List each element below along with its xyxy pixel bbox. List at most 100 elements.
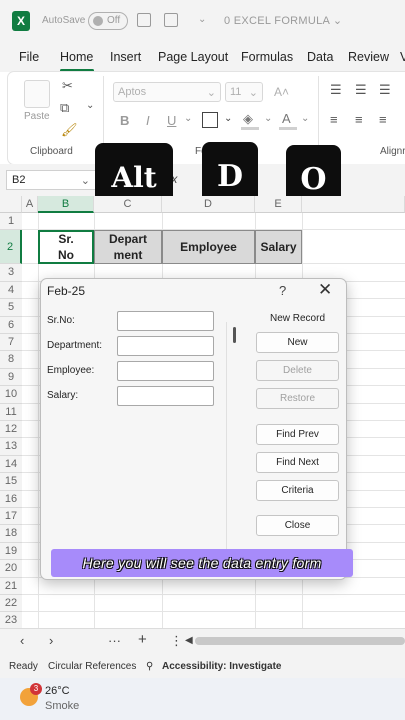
row-header[interactable]: 20	[0, 560, 22, 578]
row-header[interactable]: 19	[0, 542, 22, 561]
menu-data[interactable]: Data	[307, 50, 333, 64]
scroll-left-icon[interactable]: ◀	[185, 635, 193, 646]
menu-insert[interactable]: Insert	[110, 50, 141, 64]
close-button[interactable]: Close	[256, 515, 339, 536]
underline-dropdown-icon[interactable]: ⌄	[184, 113, 192, 124]
menu-page-layout[interactable]: Page Layout	[158, 50, 228, 64]
row-header[interactable]: 18	[0, 525, 22, 543]
row-header[interactable]: 10	[0, 386, 22, 404]
column-header-a[interactable]: A	[22, 196, 38, 213]
sheet-options-icon[interactable]: ⋮	[170, 633, 183, 649]
row-header[interactable]: 15	[0, 473, 22, 491]
align-right-icon[interactable]: ≡	[379, 112, 387, 127]
close-icon[interactable]: ✕	[318, 280, 332, 300]
fill-dropdown-icon[interactable]: ⌄	[264, 113, 272, 124]
align-middle-icon[interactable]: ☰	[355, 82, 367, 98]
salary-input[interactable]	[117, 386, 214, 406]
row-header[interactable]: 2	[0, 230, 22, 265]
borders-icon[interactable]	[202, 112, 218, 128]
record-scrollbar[interactable]	[226, 322, 238, 572]
row-header[interactable]: 5	[0, 299, 22, 317]
font-color-dropdown-icon[interactable]: ⌄	[301, 113, 309, 124]
row-header[interactable]: 1	[0, 213, 22, 231]
font-color-icon[interactable]: A	[282, 111, 291, 126]
restore-button[interactable]: Restore	[256, 388, 339, 409]
column-header-f[interactable]	[302, 196, 405, 213]
autosave-toggle[interactable]: Off	[88, 12, 128, 30]
row-header[interactable]: 4	[0, 281, 22, 300]
autosave-label: AutoSave	[42, 15, 86, 26]
help-icon[interactable]: ?	[279, 283, 286, 298]
sr-no-input[interactable]	[117, 311, 214, 331]
cut-icon[interactable]: ✂	[62, 78, 73, 94]
row-header[interactable]: 21	[0, 577, 22, 595]
status-circular-references[interactable]: Circular References	[48, 661, 136, 672]
align-center-icon[interactable]: ≡	[355, 112, 363, 127]
align-bottom-icon[interactable]: ☰	[379, 82, 391, 98]
column-header-b[interactable]: B	[38, 196, 94, 213]
menu-review[interactable]: Review	[348, 50, 389, 64]
paste-icon[interactable]	[24, 80, 50, 108]
save-icon[interactable]	[137, 13, 151, 27]
align-top-icon[interactable]: ☰	[330, 82, 342, 98]
prev-sheet-icon[interactable]: ‹	[20, 633, 24, 648]
borders-dropdown-icon[interactable]: ⌄	[224, 113, 232, 124]
row-header[interactable]: 16	[0, 490, 22, 508]
more-sheets-icon[interactable]: ···	[108, 633, 121, 648]
undo-icon[interactable]	[164, 13, 178, 27]
accessibility-icon[interactable]: ⚲	[146, 661, 153, 672]
employee-input[interactable]	[117, 361, 214, 381]
menu-more[interactable]: V	[400, 50, 405, 64]
menu-formulas[interactable]: Formulas	[241, 50, 293, 64]
customize-toolbar-icon[interactable]: ⌄	[198, 14, 206, 25]
status-accessibility[interactable]: Accessibility: Investigate	[162, 661, 282, 672]
next-sheet-icon[interactable]: ›	[49, 633, 53, 648]
menu-file[interactable]: File	[19, 50, 39, 64]
row-header[interactable]: 14	[0, 455, 22, 474]
delete-button[interactable]: Delete	[256, 360, 339, 381]
fill-color-icon[interactable]: ◈	[243, 111, 253, 127]
row-header[interactable]: 6	[0, 316, 22, 334]
column-header-c[interactable]: C	[94, 196, 162, 213]
menu-home[interactable]: Home	[60, 50, 93, 64]
row-header[interactable]: 12	[0, 421, 22, 439]
row-header[interactable]: 8	[0, 351, 22, 369]
underline-icon[interactable]: U	[167, 113, 176, 128]
copy-dropdown-icon[interactable]: ⌄	[86, 100, 94, 111]
row-header[interactable]: 22	[0, 595, 22, 613]
department-input[interactable]	[117, 336, 214, 356]
weather-temperature[interactable]: 26°C	[45, 685, 70, 697]
field-label-employee: Employee:	[47, 365, 95, 376]
cell-employee[interactable]: Employee	[162, 230, 255, 264]
criteria-button[interactable]: Criteria	[256, 480, 339, 501]
copy-icon[interactable]: ⧉	[60, 100, 69, 116]
row-header[interactable]: 13	[0, 438, 22, 456]
paste-label[interactable]: Paste	[24, 111, 50, 122]
row-header[interactable]: 17	[0, 508, 22, 526]
bold-icon[interactable]: B	[120, 113, 129, 128]
toggle-knob-icon	[93, 16, 103, 26]
cell-department[interactable]: Depart ment	[94, 230, 162, 264]
row-header[interactable]: 9	[0, 368, 22, 387]
increase-font-icon[interactable]: A˄	[274, 85, 289, 99]
add-sheet-icon[interactable]: +	[138, 631, 147, 648]
column-header-e[interactable]: E	[255, 196, 302, 213]
cell-salary[interactable]: Salary	[255, 230, 302, 264]
new-button[interactable]: New	[256, 332, 339, 353]
row-header[interactable]: 11	[0, 403, 22, 421]
row-header[interactable]: 7	[0, 334, 22, 352]
column-header-d[interactable]: D	[162, 196, 255, 213]
font-size-select[interactable]: 11 ⌄	[225, 82, 263, 102]
format-painter-icon[interactable]: 🖌	[61, 122, 78, 138]
select-all-corner[interactable]	[0, 196, 22, 213]
font-name-select[interactable]: Aptos ⌄	[113, 82, 221, 102]
find-prev-button[interactable]: Find Prev	[256, 424, 339, 445]
row-header[interactable]: 3	[0, 264, 22, 282]
find-next-button[interactable]: Find Next	[256, 452, 339, 473]
horizontal-scrollbar[interactable]	[195, 637, 405, 645]
italic-icon[interactable]: I	[146, 113, 150, 128]
weather-condition[interactable]: Smoke	[45, 700, 79, 712]
name-box[interactable]: B2 ⌄	[6, 170, 96, 190]
scrollbar-thumb[interactable]	[233, 327, 236, 343]
align-left-icon[interactable]: ≡	[330, 112, 338, 127]
